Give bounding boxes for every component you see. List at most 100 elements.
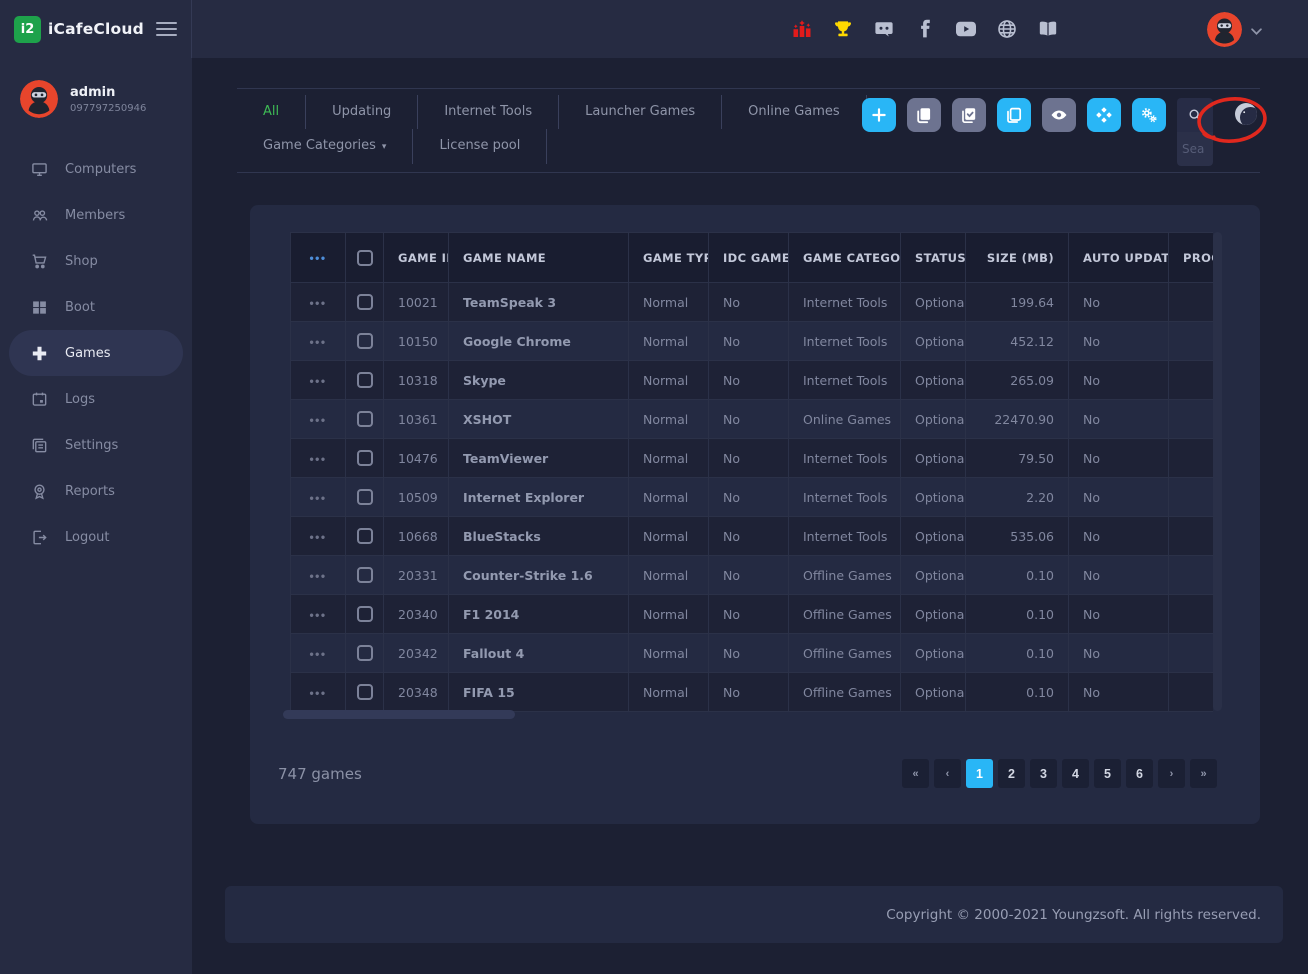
cell-progress [1169,595,1214,634]
row-menu-icon[interactable]: ••• [309,296,326,310]
sidebar-item-logout[interactable]: Logout [9,514,183,560]
preview-eye-button[interactable] [1042,98,1076,132]
cell-game-category: Offline Games [789,673,901,712]
user-avatar[interactable] [1207,12,1242,47]
categories-grid-button[interactable] [1087,98,1121,132]
cell-progress [1169,517,1214,556]
vertical-scrollbar[interactable] [1213,232,1222,711]
computers-icon [31,161,48,178]
first-page-button[interactable]: « [902,759,929,788]
trophy-icon[interactable] [832,18,854,40]
next-page-button[interactable]: › [1158,759,1185,788]
chevron-down-icon[interactable] [1251,20,1262,39]
cell-game-name: TeamViewer [449,439,629,478]
games-icon [31,345,48,362]
row-menu-icon[interactable]: ••• [309,491,326,505]
add-game-button[interactable] [862,98,896,132]
page-button-5[interactable]: 5 [1094,759,1121,788]
duplicate-button[interactable] [997,98,1031,132]
row-checkbox[interactable] [357,606,373,622]
web-boot-globe-button[interactable] [1232,101,1260,129]
row-menu-icon[interactable]: ••• [309,569,326,583]
column-header-idc-game: IDC GAME [709,233,789,283]
row-checkbox[interactable] [357,567,373,583]
page: i2 iCafeCloud [0,0,1308,974]
row-menu-icon[interactable]: ••• [309,647,326,661]
row-checkbox[interactable] [357,294,373,310]
menu-toggle-icon[interactable] [156,18,177,40]
row-checkbox[interactable] [357,489,373,505]
sidebar-item-logs[interactable]: Logs [9,376,183,422]
row-checkbox[interactable] [357,372,373,388]
cell-idc-game: No [709,478,789,517]
cell-size-mb: 0.10 [966,634,1069,673]
sidebar-item-games[interactable]: Games [9,330,183,376]
tab-all[interactable]: All [237,95,306,129]
select-all-checkbox[interactable] [357,250,373,266]
row-menu-icon[interactable]: ••• [309,374,326,388]
row-menu-icon[interactable]: ••• [309,686,326,700]
page-button-4[interactable]: 4 [1062,759,1089,788]
page-button-2[interactable]: 2 [998,759,1025,788]
prev-page-button[interactable]: ‹ [934,759,961,788]
sidebar-item-label: Settings [65,438,118,453]
cell-size-mb: 79.50 [966,439,1069,478]
docs-book-icon[interactable] [1037,18,1059,40]
cell-game-id: 20331 [384,556,449,595]
row-menu-icon[interactable]: ••• [309,608,326,622]
page-button-6[interactable]: 6 [1126,759,1153,788]
cell-game-type: Normal [629,478,709,517]
last-page-button[interactable]: » [1190,759,1217,788]
row-checkbox[interactable] [357,411,373,427]
row-checkbox[interactable] [357,645,373,661]
cell-status: Optional [901,595,966,634]
sidebar-item-members[interactable]: Members [9,192,183,238]
horizontal-scrollbar[interactable] [283,710,515,719]
tab-updating[interactable]: Updating [306,95,418,129]
globe-icon[interactable] [996,18,1018,40]
row-menu-icon[interactable]: ••• [309,530,326,544]
table-row: •••10021TeamSpeak 3NormalNoInternet Tool… [291,283,1214,322]
batch-settings-gears-button[interactable] [1132,98,1166,132]
youtube-icon[interactable] [955,18,977,40]
row-checkbox[interactable] [357,684,373,700]
boot-icon [31,299,48,316]
cell-game-type: Normal [629,283,709,322]
row-checkbox[interactable] [357,450,373,466]
discord-icon[interactable] [873,18,895,40]
bulk-actions-menu-icon[interactable]: ••• [309,251,326,265]
table-row: •••10509Internet ExplorerNormalNoInterne… [291,478,1214,517]
cell-size-mb: 0.10 [966,556,1069,595]
copyright-text: Copyright © 2000-2021 Youngzsoft. All ri… [886,907,1261,923]
cell-progress [1169,283,1214,322]
search-input[interactable]: Sea [1177,132,1213,166]
page-button-3[interactable]: 3 [1030,759,1057,788]
tab-license-pool[interactable]: License pool [413,129,547,164]
sidebar-item-settings[interactable]: Settings [9,422,183,468]
tab-launcher-games[interactable]: Launcher Games [559,95,722,129]
cell-size-mb: 0.10 [966,595,1069,634]
column-header-game-category: GAME CATEGORY [789,233,901,283]
row-menu-icon[interactable]: ••• [309,413,326,427]
page-button-1[interactable]: 1 [966,759,993,788]
tab-internet-tools[interactable]: Internet Tools [418,95,559,129]
cell-size-mb: 2.20 [966,478,1069,517]
tab-online-games[interactable]: Online Games [722,95,867,129]
user-menu[interactable] [1207,12,1262,47]
cell-auto-update: No [1069,673,1169,712]
sidebar-item-computers[interactable]: Computers [9,146,183,192]
row-checkbox[interactable] [357,528,373,544]
tab-game-categories[interactable]: Game Categories▾ [237,129,413,164]
facebook-icon[interactable] [914,18,936,40]
sidebar-item-shop[interactable]: Shop [9,238,183,284]
row-menu-icon[interactable]: ••• [309,452,326,466]
cell-game-id: 10476 [384,439,449,478]
sidebar-item-boot[interactable]: Boot [9,284,183,330]
ranking-icon[interactable] [791,18,813,40]
search-icon[interactable] [1177,98,1213,132]
sidebar-item-reports[interactable]: Reports [9,468,183,514]
row-menu-icon[interactable]: ••• [309,335,326,349]
copy-selected-button[interactable] [952,98,986,132]
row-checkbox[interactable] [357,333,373,349]
copy-button[interactable] [907,98,941,132]
